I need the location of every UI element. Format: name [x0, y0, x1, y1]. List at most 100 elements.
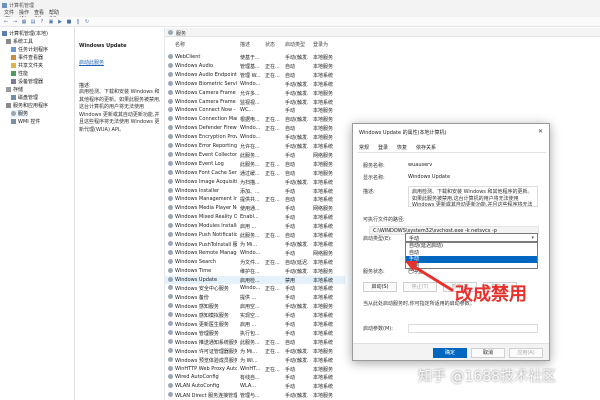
description-label: 描述: — [79, 83, 91, 89]
stop-service-icon[interactable]: ■ — [66, 19, 72, 25]
help-icon[interactable]: ? — [39, 19, 45, 25]
column-header-status[interactable]: 状态 — [265, 41, 275, 51]
table-row[interactable]: Windows Installer 添加、... 手动 本地系统 — [165, 187, 345, 195]
cell-description: 管理与... — [240, 393, 260, 400]
cell-logon: 本地系统 — [313, 375, 334, 382]
cell-description: 通过缓... — [240, 170, 260, 177]
start-service-link[interactable]: 启动此服务 — [79, 59, 104, 66]
back-icon[interactable]: ← — [3, 19, 9, 25]
table-row[interactable]: Windows Connection Man...根据电... 正在... 自动(触… — [165, 115, 345, 123]
tree-item-shared-folders[interactable]: 共享文件夹 — [11, 62, 43, 69]
startup-type-select[interactable]: 手动 ▾ — [405, 233, 538, 242]
table-row[interactable]: Windows 感知服务 启用空... 手动(触发... 本地服务 — [165, 302, 345, 310]
table-row[interactable]: WLAN AutoConfig WLA... 手动 本地系统 — [165, 382, 345, 390]
table-row[interactable]: Windows Audio Endpoint B...管理 W... 正在... 自… — [165, 71, 345, 79]
menu-view[interactable]: 查看(V) — [30, 7, 45, 22]
table-row[interactable]: Windows Event Log 此服务... 正在... 自动 本地服务 — [165, 160, 345, 168]
table-row[interactable]: WinHTTP Web Proxy Auto... WinHT... 正在... 手动… — [165, 365, 345, 373]
tab-divider — [357, 152, 546, 153]
table-row[interactable]: Windows Update 启用检... 禁用 本地系统 — [165, 275, 345, 284]
table-row[interactable]: Windows Push Notification...此服务... 正在... 自… — [165, 231, 345, 239]
cell-name: Windows Camera Frame S... — [175, 89, 237, 96]
apply-button[interactable]: 应用(A) — [509, 348, 543, 358]
table-row[interactable]: Windows Event Collector 此服务... 手动 网络服务 — [165, 151, 345, 159]
table-row[interactable]: Windows 感知模拟服务 实现空... 手动 本地系统 — [165, 311, 345, 319]
table-row[interactable]: Windows Time 维护在... 手动(触发... 本地服务 — [165, 267, 345, 275]
tree-item-performance[interactable]: 性能 — [11, 70, 28, 77]
tree-item-services[interactable]: 服务 — [11, 110, 29, 117]
start-service-icon[interactable]: ▶ — [57, 19, 63, 25]
table-row[interactable]: Windows Font Cache Servi...通过缓... 正在... 自动… — [165, 169, 345, 177]
table-row[interactable]: Windows 预览体验成员服务为 Wi... 手动(触发... 本地系统 — [165, 356, 345, 364]
tree-item-task-scheduler[interactable]: 任务计划程序 — [11, 46, 48, 53]
table-row[interactable]: Wired AutoConfig 有线自... 手动 本地系统 — [165, 373, 345, 381]
table-row[interactable]: Windows PushToInstall 服务为 Mi... 手动(触发... 本… — [165, 240, 345, 248]
cell-startup-type: 手动 — [285, 375, 296, 382]
table-row[interactable]: Windows 管理服务 执行包... 手动 本地系统 — [165, 329, 345, 337]
table-row[interactable]: Windows Search 为文件... 正在... 自动(延迟... 本地系统 — [165, 258, 345, 266]
cell-description: 使基于... — [240, 55, 260, 61]
forward-icon[interactable]: → — [12, 19, 18, 25]
table-row[interactable]: Windows Connect Now - C...WC... 手动 本地服务 — [165, 106, 345, 114]
column-header-logon[interactable]: 登录为 — [313, 41, 328, 51]
tree-item-system-tools[interactable]: 系统工具 — [6, 38, 33, 45]
table-row[interactable]: Windows Media Player Net...使用通... 手动 网络服务 — [165, 204, 345, 212]
watermark: 知乎 @1688技术社区 — [418, 369, 557, 385]
table-row[interactable]: Windows Defender Firewall Windo... 正在... 自动… — [165, 124, 345, 132]
column-header-name[interactable]: 名称 — [175, 41, 185, 51]
restart-service-icon[interactable]: ↻ — [84, 19, 90, 25]
table-row[interactable]: Windows 更新医生服务 启用 ... 手动 本地系统 — [165, 320, 345, 328]
tree-item-storage[interactable]: 存储 — [6, 86, 23, 93]
table-row[interactable]: Windows Encryption Provi...Windo... 手动(触发… — [165, 133, 345, 141]
gear-icon — [168, 321, 173, 326]
cell-startup-type: 手动(触发... — [285, 304, 308, 311]
properties-icon[interactable]: ▣ — [48, 19, 54, 25]
tree-item-services-and-apps[interactable]: 服务和应用程序 — [6, 102, 48, 109]
stop-button[interactable]: 停止(T) — [403, 282, 437, 292]
cell-logon: 本地系统 — [313, 357, 334, 364]
table-row[interactable]: Windows Mixed Reality Op...Enabl... 手动 本地系… — [165, 213, 345, 221]
option-disabled[interactable]: 禁用 — [406, 263, 537, 270]
table-row[interactable]: Windows 备份 提供 ... 手动 本地系统 — [165, 293, 345, 301]
table-row[interactable]: Windows Audio 管理基... 正在... 自动 本地服务 — [165, 62, 345, 70]
cell-logon: 本地系统 — [313, 233, 334, 239]
tree-item-wmi-control[interactable]: WMI 控件 — [11, 118, 40, 125]
table-row[interactable]: Windows Remote Manage...Windo... 手动 网络服务 — [165, 249, 345, 257]
column-header-description[interactable]: 描述 — [240, 41, 250, 51]
cancel-button[interactable]: 取消 — [471, 348, 505, 358]
ok-button[interactable]: 确定 — [433, 348, 467, 358]
table-row[interactable]: Windows Modules Installer 启用 ... 手动 本地系统 — [165, 222, 345, 230]
menu-action[interactable]: 操作(A) — [15, 7, 30, 22]
table-row[interactable]: Windows 推送通知系统服务 此服务... 正在... 自动 本地系统 — [165, 338, 345, 346]
console-tree-icon[interactable]: ▦ — [21, 19, 27, 25]
start-params-input[interactable] — [408, 324, 538, 333]
pause-service-icon[interactable]: ‖ — [75, 19, 81, 25]
tree-item-computer-management[interactable]: 计算机管理(本地) — [2, 30, 48, 37]
table-row[interactable]: Windows Image Acquisitio...为扫描... 手动(触发..… — [165, 178, 345, 186]
menu-help[interactable]: 帮助(H) — [45, 7, 60, 22]
list-icon[interactable]: ▤ — [30, 19, 36, 25]
tools-icon — [6, 39, 11, 44]
menu-file[interactable]: 文件(F) — [0, 7, 15, 22]
table-row[interactable]: Windows Camera Frame S...监视视... 手动(触发... 本… — [165, 98, 345, 106]
tree-label: 计算机管理(本地) — [9, 31, 48, 37]
column-header-startup-type[interactable]: 启动类型 — [285, 41, 305, 51]
cell-name: Windows Encryption Provi... — [175, 134, 237, 141]
tree-item-event-viewer[interactable]: 事件查看器 — [11, 54, 43, 61]
table-row[interactable]: Windows Error Reporting S...允许在... 手动(触发.… — [165, 142, 345, 150]
table-row[interactable]: WebClient 使基于... 手动(触发... 本地服务 — [165, 53, 345, 61]
table-row[interactable]: Windows Management Ins...提供共... 正在... 自动 本地… — [165, 195, 345, 203]
start-button[interactable]: 启动(S) — [363, 282, 397, 292]
table-row[interactable]: Windows Camera Frame S...允许多... 手动(触发... 本… — [165, 89, 345, 97]
table-row[interactable]: Windows Biometric ServiceWindo... 手动(触发..… — [165, 80, 345, 88]
cell-name: Windows 更新医生服务 — [175, 322, 229, 328]
table-row[interactable]: Windows 许可证管理器服务为 Mi... 正在... 手动(触发... 本地服务 — [165, 347, 345, 355]
close-icon[interactable]: ✕ — [538, 128, 543, 135]
table-row[interactable]: Windows 安全中心服务 Windo... 正在... 手动 本地系统 — [165, 284, 345, 292]
cell-description: 提供共... — [240, 197, 260, 204]
tree-item-device-manager[interactable]: 设备管理器 — [11, 78, 43, 85]
cell-name: Windows 安全中心服务 — [175, 286, 229, 293]
cell-startup-type: 自动 — [285, 170, 296, 177]
table-row[interactable]: WLAN Direct 服务连接管理...管理与... 手动(触发... 本地服务 — [165, 391, 345, 399]
tree-item-disk-management[interactable]: 磁盘管理 — [11, 94, 38, 101]
